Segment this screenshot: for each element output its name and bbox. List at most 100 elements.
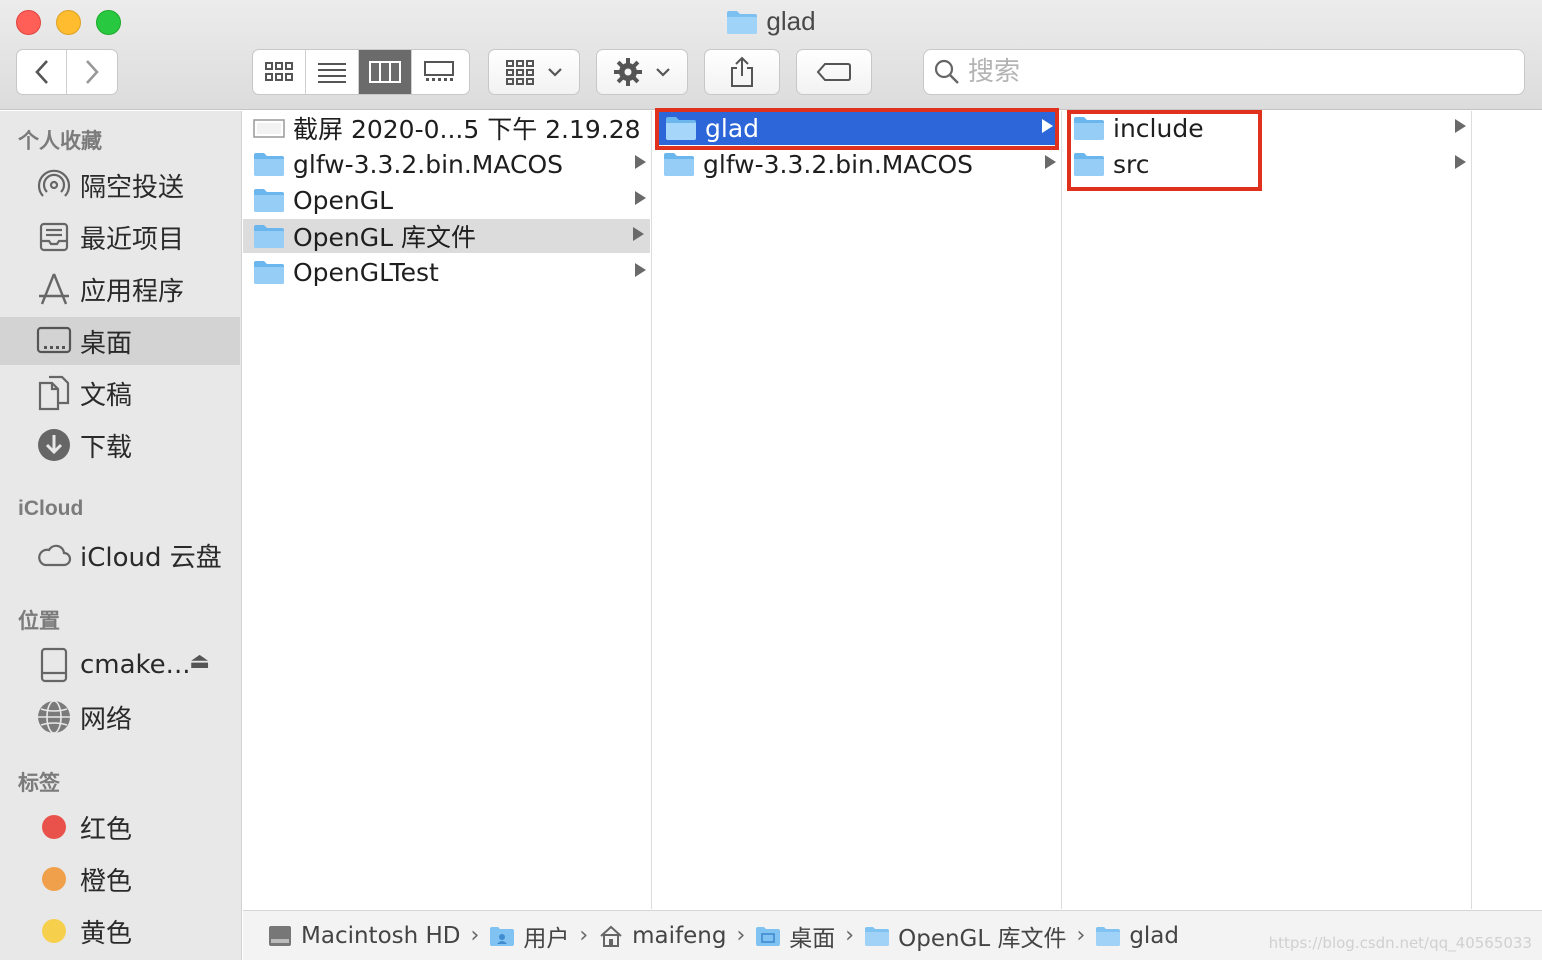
path-item-home[interactable]: maifeng <box>598 923 726 949</box>
desktop-icon <box>36 323 72 359</box>
folder-row[interactable]: OpenGL <box>253 183 650 217</box>
folder-name: OpenGL 库文件 <box>293 223 477 252</box>
sidebar-item-label: 橙色 <box>80 866 133 897</box>
file-name: 截屏 2020-0...5 下午 2.19.28 <box>293 115 641 144</box>
airdrop-icon <box>36 167 72 203</box>
sidebar: 个人收藏 隔空投送 最近项目 应用程序 桌面 文稿 下载 iCloud iClo… <box>0 111 242 960</box>
desktop-folder-icon <box>756 926 781 946</box>
forward-icon <box>86 60 99 84</box>
tag-dot-icon <box>36 809 72 845</box>
disclosure-arrow-icon <box>1455 119 1466 133</box>
cloud-icon <box>36 537 72 573</box>
sidebar-item-tag-orange[interactable]: 橙色 <box>0 855 240 903</box>
sidebar-item-recents[interactable]: 最近项目 <box>0 213 240 261</box>
column-view-button[interactable] <box>359 50 412 94</box>
network-icon <box>36 699 72 735</box>
chevron-right-icon: › <box>470 923 480 948</box>
folder-name: glfw-3.3.2.bin.MACOS <box>293 149 564 179</box>
folder-row[interactable]: OpenGLTest <box>253 255 650 289</box>
path-label: maifeng <box>632 922 727 949</box>
sidebar-item-airdrop[interactable]: 隔空投送 <box>0 161 240 209</box>
search-input[interactable] <box>968 57 1488 87</box>
sidebar-item-label: 应用程序 <box>80 276 185 307</box>
sidebar-item-label: 下载 <box>80 432 133 463</box>
path-label: Macintosh HD <box>301 922 461 949</box>
chevron-down-icon <box>548 68 562 77</box>
sidebar-item-label: iCloud 云盘 <box>80 542 222 573</box>
eject-icon[interactable]: ⏏ <box>189 649 210 674</box>
sidebar-item-tag-yellow[interactable]: 黄色 <box>0 907 240 955</box>
path-item-desktop[interactable]: 桌面 <box>755 919 835 953</box>
search-field[interactable] <box>923 49 1525 95</box>
sidebar-item-label: 网络 <box>80 704 133 735</box>
sidebar-item-tag-red[interactable]: 红色 <box>0 803 240 851</box>
path-bar: Macintosh HD › 用户 › maifeng › 桌面 › OpenG… <box>243 910 1542 960</box>
harddisk-icon <box>269 925 291 946</box>
home-icon <box>600 925 622 947</box>
folder-name: glfw-3.3.2.bin.MACOS <box>703 149 974 179</box>
folder-name: OpenGL <box>293 185 394 215</box>
disclosure-arrow-icon <box>1455 155 1466 169</box>
sidebar-item-icloud-drive[interactable]: iCloud 云盘 <box>0 531 240 579</box>
chevron-right-icon: › <box>845 923 855 948</box>
sidebar-section-tags: 标签 <box>18 772 60 795</box>
folder-row[interactable]: glfw-3.3.2.bin.MACOS <box>253 147 650 181</box>
path-label: 桌面 <box>789 925 836 952</box>
users-folder-icon <box>490 926 515 946</box>
group-icon <box>506 60 534 85</box>
recents-icon <box>36 219 72 255</box>
share-button[interactable] <box>704 49 780 95</box>
folder-icon <box>726 9 758 42</box>
sidebar-item-applications[interactable]: 应用程序 <box>0 265 240 313</box>
folder-row-selected[interactable]: OpenGL 库文件 <box>243 219 650 253</box>
sidebar-item-downloads[interactable]: 下载 <box>0 421 240 469</box>
folder-icon <box>865 926 890 946</box>
sidebar-section-favorites: 个人收藏 <box>18 130 102 153</box>
browser-column-3: include src <box>1063 111 1472 909</box>
sidebar-section-locations: 位置 <box>18 610 60 633</box>
gear-icon <box>614 58 642 86</box>
forward-button[interactable] <box>67 50 117 94</box>
path-item-macintosh-hd[interactable]: Macintosh HD <box>267 923 461 949</box>
applications-icon <box>36 271 72 307</box>
sidebar-item-label: 隔空投送 <box>80 172 185 203</box>
path-label: glad <box>1129 922 1179 949</box>
watermark-text: https://blog.csdn.net/qq_40565033 <box>1268 934 1532 952</box>
icon-view-button[interactable] <box>253 50 306 94</box>
tags-button[interactable] <box>796 49 872 95</box>
action-menu-button[interactable] <box>596 49 688 95</box>
group-by-button[interactable] <box>488 49 580 95</box>
disclosure-arrow-icon <box>633 227 644 241</box>
tag-dot-icon <box>36 861 72 897</box>
folder-icon <box>254 189 284 212</box>
sidebar-item-label: 桌面 <box>80 328 133 359</box>
path-item-users[interactable]: 用户 <box>489 919 569 953</box>
path-item-glad[interactable]: glad <box>1095 923 1179 949</box>
back-button[interactable] <box>17 50 67 94</box>
window-title: glad <box>0 6 1542 42</box>
gallery-view-icon <box>423 61 454 81</box>
disclosure-arrow-icon <box>1045 155 1056 169</box>
tag-icon <box>816 63 851 81</box>
sidebar-item-desktop[interactable]: 桌面 <box>0 317 240 365</box>
annotation-highlight-box <box>1067 110 1262 191</box>
chevron-right-icon: › <box>579 923 589 948</box>
view-mode-segment <box>252 49 470 95</box>
gallery-view-button[interactable] <box>412 50 465 94</box>
sidebar-item-network[interactable]: 网络 <box>0 693 240 741</box>
file-row[interactable]: 截屏 2020-0...5 下午 2.19.28 <box>253 111 650 145</box>
list-view-icon <box>318 63 346 83</box>
sidebar-item-label: 最近项目 <box>80 224 185 255</box>
back-icon <box>34 60 48 84</box>
sidebar-item-label: cmake... <box>80 650 191 680</box>
column-view-icon <box>369 61 401 83</box>
sidebar-item-documents[interactable]: 文稿 <box>0 369 240 417</box>
folder-row[interactable]: glfw-3.3.2.bin.MACOS <box>663 147 1060 181</box>
sidebar-item-label: 文稿 <box>80 380 133 411</box>
window-toolbar: glad <box>0 0 1542 110</box>
folder-icon <box>664 153 694 176</box>
list-view-button[interactable] <box>306 50 359 94</box>
path-item-opengl-lib[interactable]: OpenGL 库文件 <box>864 919 1067 953</box>
browser-column-2: glad glfw-3.3.2.bin.MACOS <box>653 111 1062 909</box>
sidebar-item-cmake-volume[interactable]: cmake... ⏏ <box>0 641 240 689</box>
